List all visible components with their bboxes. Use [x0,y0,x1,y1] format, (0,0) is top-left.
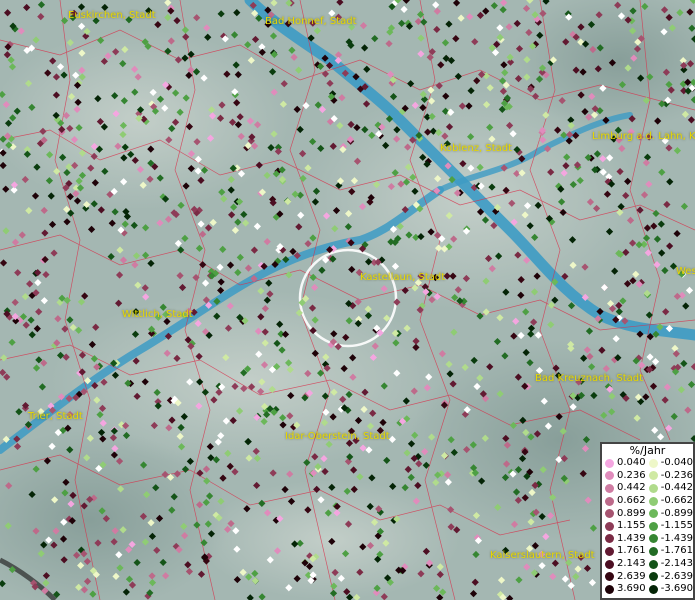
legend-label: 1.155 [617,520,646,532]
legend-swatch [648,559,658,569]
legend-swatch [648,534,658,544]
legend-label: -0.442 [660,482,693,494]
legend-positive-column: 0.040 0.236 0.442 0.662 0.899 1.155 1.439 1.761… [602,457,646,596]
legend-label: -0.662 [660,495,693,507]
legend-label: 0.040 [617,457,646,469]
legend-swatch [605,496,614,506]
legend-title: %/Jahr [629,444,666,457]
legend-label: 2.639 [617,570,646,582]
legend-entry: -1.761 [646,545,693,558]
legend-label: 0.899 [617,507,646,519]
legend-swatch [605,509,614,519]
legend-label: 1.439 [617,532,646,544]
legend-swatch [605,521,614,531]
legend-entry: 0.040 [602,457,646,470]
legend-entry: -1.155 [646,520,693,533]
legend-entry: 0.442 [602,482,646,495]
legend-entry: 1.439 [602,533,646,546]
legend-entry: 2.639 [602,570,646,583]
legend-label: -1.155 [660,520,693,532]
map-basemap [0,0,695,600]
legend-entry: 0.662 [602,495,646,508]
legend-entry: -0.662 [646,495,693,508]
city-label: Westerburg [676,266,695,277]
legend-label: -0.236 [660,469,693,481]
legend-swatch [605,534,614,544]
legend-entry: 3.690 [602,583,646,596]
legend-swatch [648,521,658,531]
legend-swatch [605,546,614,556]
legend-swatch [648,546,658,556]
legend-swatch [605,584,614,594]
legend-label: 3.690 [617,583,646,595]
legend-swatch [648,584,658,594]
legend-label: -2.639 [660,570,693,582]
legend-label: 1.761 [617,545,646,557]
legend-swatch [605,572,614,582]
legend-label: -3.690 [660,583,693,595]
city-label: Kastellaun, Stadt [360,272,446,283]
legend-entry: -3.690 [646,583,693,596]
legend-label: -1.439 [660,532,693,544]
city-label: Wittlich, Stadt [122,309,193,320]
legend-swatch [648,572,658,582]
legend-label: -0.899 [660,507,693,519]
legend-swatch [648,458,658,468]
legend-swatch [605,471,614,481]
city-label: Kaiserslautern, Stadt [490,550,595,561]
legend-entry: -2.639 [646,570,693,583]
legend-entry: 0.899 [602,507,646,520]
legend-label: 0.662 [617,495,646,507]
legend-swatch [605,483,614,493]
city-label: Koblenz, Stadt [440,143,513,154]
city-label: Trier, Stadt [28,411,83,422]
legend-swatch [605,559,614,569]
legend-label: -0.040 [660,457,693,469]
city-label: Bad Honnef, Stadt [265,16,357,27]
legend-label: -1.761 [660,545,693,557]
legend-swatch [648,483,658,493]
legend-entry: -0.442 [646,482,693,495]
map-canvas[interactable]: Euskirchen, Stadt Bad Honnef, Stadt Koblen… [0,0,695,600]
legend-negative-column: -0.040 -0.236 -0.442 -0.662 -0.899 -1.155 -1.4… [646,457,693,596]
legend: %/Jahr 0.040 0.236 0.442 0.662 0.899 1.155 1.4… [600,442,695,600]
legend-swatch [648,471,658,481]
legend-entry: -0.040 [646,457,693,470]
city-label: Euskirchen, Stadt [68,10,156,21]
city-label: Bad Kreuznach, Stadt [535,373,644,384]
legend-entry: 2.143 [602,558,646,571]
city-label: Limburg a.d. Lahn, Kreisstadt [592,131,695,142]
legend-swatch [648,496,658,506]
legend-entry: -1.439 [646,533,693,546]
city-label: Idar-Oberstein, Stadt [285,431,390,442]
legend-entry: -2.143 [646,558,693,571]
legend-label: 2.143 [617,558,646,570]
legend-entry: 1.761 [602,545,646,558]
legend-entry: 1.155 [602,520,646,533]
legend-entry: -0.899 [646,507,693,520]
legend-swatch [648,509,658,519]
legend-label: -2.143 [660,558,693,570]
legend-label: 0.442 [617,482,646,494]
legend-entry: -0.236 [646,470,693,483]
legend-swatch [605,458,614,468]
legend-entry: 0.236 [602,470,646,483]
legend-label: 0.236 [617,469,646,481]
